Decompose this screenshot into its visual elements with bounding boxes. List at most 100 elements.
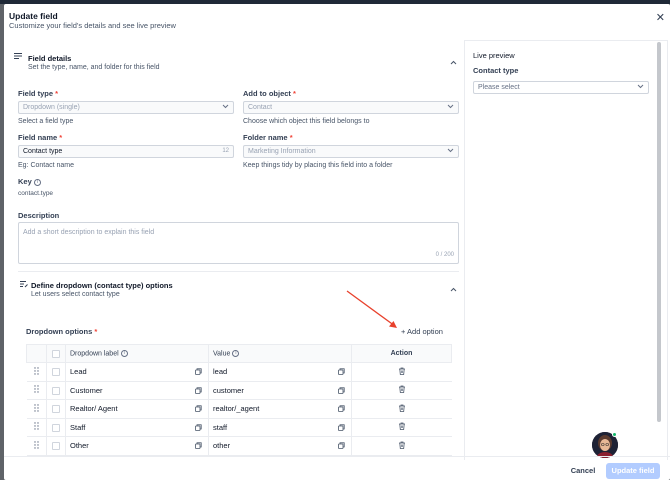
folder-name-help: Keep things tidy by placing this field i… bbox=[243, 162, 393, 169]
modal-subtitle: Customize your field's details and see l… bbox=[9, 21, 176, 30]
row-checkbox[interactable] bbox=[52, 386, 60, 395]
option-value: staff bbox=[213, 422, 228, 432]
option-label: Lead bbox=[70, 367, 87, 377]
select-all-header bbox=[46, 344, 66, 363]
section-divider bbox=[18, 271, 459, 272]
drag-column-header bbox=[26, 344, 47, 363]
drag-handle-icon[interactable] bbox=[26, 436, 47, 456]
chevron-down-icon bbox=[637, 82, 644, 92]
drag-handle-icon[interactable] bbox=[26, 381, 47, 400]
trash-icon[interactable] bbox=[398, 422, 406, 431]
row-checkbox[interactable] bbox=[52, 423, 60, 432]
copy-icon[interactable] bbox=[195, 368, 202, 375]
option-label-cell[interactable]: Other bbox=[65, 436, 209, 456]
field-name-help: Eg: Contact name bbox=[18, 162, 75, 169]
option-label: Staff bbox=[70, 422, 86, 432]
chevron-down-icon bbox=[447, 102, 454, 112]
list-icon bbox=[14, 52, 22, 62]
scrollbar[interactable] bbox=[657, 42, 661, 422]
info-icon[interactable]: i bbox=[120, 349, 128, 357]
field-name-input[interactable]: Contact type 12 bbox=[18, 145, 234, 158]
copy-icon[interactable] bbox=[338, 368, 345, 375]
row-checkbox[interactable] bbox=[52, 405, 60, 414]
option-value-cell[interactable]: customer bbox=[208, 381, 352, 400]
copy-icon[interactable] bbox=[338, 386, 345, 394]
folder-name-label: Folder name * bbox=[243, 133, 293, 142]
info-icon[interactable]: i bbox=[33, 178, 41, 186]
copy-icon[interactable] bbox=[338, 423, 345, 431]
online-status-dot bbox=[612, 432, 617, 437]
copy-icon[interactable] bbox=[195, 423, 202, 431]
chevron-up-icon[interactable] bbox=[450, 285, 457, 294]
add-option-button[interactable]: + Add option bbox=[401, 327, 443, 336]
modal-title: Update field bbox=[9, 11, 58, 21]
key-label: Key i bbox=[18, 177, 41, 186]
row-select-cell bbox=[46, 418, 66, 437]
field-editor-panel: Field details Set the type, name, and fo… bbox=[10, 40, 464, 460]
field-type-select[interactable]: Dropdown (single) bbox=[18, 101, 234, 114]
field-type-help: Select a field type bbox=[18, 118, 74, 125]
action-cell bbox=[351, 362, 452, 382]
select-all-checkbox[interactable] bbox=[52, 349, 60, 358]
annotation-arrow bbox=[346, 290, 397, 328]
close-icon[interactable]: ✕ bbox=[656, 13, 665, 24]
preview-contact-type-select[interactable]: Please select bbox=[473, 81, 649, 94]
copy-icon[interactable] bbox=[338, 442, 345, 449]
table-row: Staff staff bbox=[26, 418, 452, 437]
update-field-modal: Update field Customize your field's deta… bbox=[4, 4, 670, 480]
trash-icon[interactable] bbox=[398, 385, 406, 394]
add-to-object-help: Choose which object this field belongs t… bbox=[243, 118, 370, 125]
option-label-cell[interactable]: Staff bbox=[65, 418, 209, 437]
table-row: Lead lead bbox=[26, 362, 452, 382]
copy-icon[interactable] bbox=[338, 405, 345, 412]
copy-icon[interactable] bbox=[195, 442, 202, 449]
field-details-title: Field details bbox=[28, 54, 72, 63]
chevron-down-icon bbox=[222, 102, 229, 112]
option-label-cell[interactable]: Lead bbox=[65, 362, 209, 382]
option-label-cell[interactable]: Realtor/ Agent bbox=[65, 399, 209, 419]
row-select-cell bbox=[46, 362, 66, 382]
live-preview-panel: Live preview Contact type Please select bbox=[464, 40, 668, 460]
copy-icon[interactable] bbox=[195, 386, 202, 394]
option-value-cell[interactable]: lead bbox=[208, 362, 352, 382]
drag-handle-icon[interactable] bbox=[26, 399, 47, 419]
option-value-cell[interactable]: realtor/_agent bbox=[208, 399, 352, 419]
info-icon[interactable]: i bbox=[232, 349, 240, 357]
option-label: Other bbox=[70, 441, 89, 451]
row-checkbox[interactable] bbox=[52, 368, 60, 377]
action-cell bbox=[351, 381, 452, 400]
option-label: Customer bbox=[70, 385, 103, 395]
add-to-object-select[interactable]: Contact bbox=[243, 101, 459, 114]
option-value-cell[interactable]: staff bbox=[208, 418, 352, 437]
row-select-cell bbox=[46, 436, 66, 456]
dropdown-options-label: Dropdown options * bbox=[26, 327, 98, 336]
field-name-label: Field name * bbox=[18, 133, 63, 142]
dropdown-section-title: Define dropdown (contact type) options bbox=[31, 281, 173, 290]
value-column-header: Value i bbox=[208, 344, 352, 363]
description-label: Description bbox=[18, 211, 60, 220]
action-cell bbox=[351, 418, 452, 437]
table-row: Other other bbox=[26, 436, 452, 456]
description-textarea[interactable]: Add a short description to explain this … bbox=[18, 222, 459, 264]
trash-icon[interactable] bbox=[398, 367, 406, 375]
option-value: customer bbox=[213, 385, 244, 395]
option-value-cell[interactable]: other bbox=[208, 436, 352, 456]
label-column-header: Dropdown label i bbox=[65, 344, 209, 363]
folder-name-select[interactable]: Marketing Information bbox=[243, 145, 459, 158]
field-name-char-count: 12 bbox=[222, 148, 229, 154]
chevron-up-icon[interactable] bbox=[450, 58, 457, 67]
drag-handle-icon[interactable] bbox=[26, 418, 47, 437]
trash-icon[interactable] bbox=[398, 441, 406, 449]
trash-icon[interactable] bbox=[398, 404, 406, 412]
copy-icon[interactable] bbox=[195, 405, 202, 412]
option-label-cell[interactable]: Customer bbox=[65, 381, 209, 400]
update-field-button[interactable]: Update field bbox=[606, 463, 660, 479]
cancel-button[interactable]: Cancel bbox=[566, 464, 600, 478]
dropdown-section-subtitle: Let users select contact type bbox=[31, 291, 120, 298]
dropdown-options-table: Dropdown label i Value i Action Lead lead Cu… bbox=[26, 344, 452, 456]
drag-handle-icon[interactable] bbox=[26, 362, 47, 382]
table-header-row: Dropdown label i Value i Action bbox=[26, 344, 452, 363]
description-char-count: 0 / 200 bbox=[435, 252, 454, 258]
row-checkbox[interactable] bbox=[52, 442, 60, 451]
action-cell bbox=[351, 436, 452, 456]
